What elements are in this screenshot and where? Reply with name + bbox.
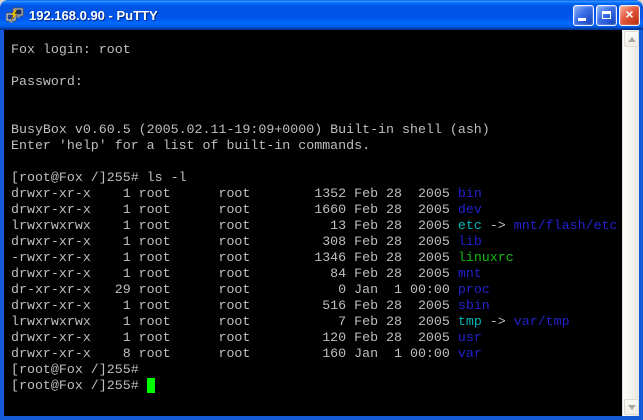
- terminal-line: Fox login: root: [11, 42, 622, 58]
- putty-window: 192.168.0.90 - PuTTY × Fox login: root Pa…: [0, 0, 643, 420]
- close-icon: ×: [625, 7, 633, 21]
- window-controls: ×: [573, 5, 640, 26]
- terminal-text-segment: proc: [458, 282, 490, 297]
- terminal-text-segment: ->: [482, 314, 514, 329]
- terminal-text-segment: mnt: [458, 266, 482, 281]
- terminal-text-segment: drwxr-xr-x 1 root root 308 Feb 28 2005: [11, 234, 458, 249]
- terminal-text-segment: BusyBox v0.60.5 (2005.02.11-19:09+0000) …: [11, 122, 490, 137]
- terminal-text-segment: [root@Fox /]255#: [11, 378, 147, 393]
- terminal-line: [root@Fox /]255# ls -l: [11, 170, 622, 186]
- terminal-line: drwxr-xr-x 1 root root 1660 Feb 28 2005 …: [11, 202, 622, 218]
- terminal-text-segment: drwxr-xr-x 1 root root 516 Feb 28 2005: [11, 298, 458, 313]
- scroll-up-button[interactable]: [624, 31, 639, 47]
- maximize-icon: [602, 11, 611, 19]
- terminal-text-segment: dr-xr-xr-x 29 root root 0 Jan 1 00:00: [11, 282, 458, 297]
- terminal-text-segment: drwxr-xr-x 1 root root 84 Feb 28 2005: [11, 266, 458, 281]
- terminal-text-segment: [root@Fox /]255# ls -l: [11, 170, 187, 185]
- terminal-text-segment: drwxr-xr-x 1 root root 1660 Feb 28 2005: [11, 202, 458, 217]
- terminal-line: Password:: [11, 74, 622, 90]
- terminal-text-segment: linuxrc: [458, 250, 514, 265]
- terminal-line: dr-xr-xr-x 29 root root 0 Jan 1 00:00 pr…: [11, 282, 622, 298]
- scroll-down-button[interactable]: [624, 399, 639, 415]
- terminal-text-segment: mnt/flash/etc: [514, 218, 618, 233]
- terminal-line: [11, 90, 622, 106]
- terminal-text-segment: dev: [458, 202, 482, 217]
- maximize-button[interactable]: [596, 5, 617, 26]
- window-body: Fox login: root Password: BusyBox v0.60.5 …: [4, 30, 639, 416]
- terminal-text-segment: lib: [458, 234, 482, 249]
- terminal-line: [root@Fox /]255#: [11, 362, 622, 378]
- terminal-text-segment: var/tmp: [514, 314, 570, 329]
- terminal-line: drwxr-xr-x 1 root root 1352 Feb 28 2005 …: [11, 186, 622, 202]
- terminal-text-segment: ->: [482, 218, 514, 233]
- terminal-line: Enter 'help' for a list of built-in comm…: [11, 138, 622, 154]
- minimize-button[interactable]: [573, 5, 594, 26]
- terminal-screen[interactable]: Fox login: root Password: BusyBox v0.60.5 …: [4, 30, 622, 416]
- chevron-up-icon: [628, 37, 636, 42]
- terminal-line: BusyBox v0.60.5 (2005.02.11-19:09+0000) …: [11, 122, 622, 138]
- terminal-line: drwxr-xr-x 1 root root 120 Feb 28 2005 u…: [11, 330, 622, 346]
- terminal-line: [11, 154, 622, 170]
- chevron-down-icon: [628, 405, 636, 410]
- terminal-line: lrwxrwxrwx 1 root root 7 Feb 28 2005 tmp…: [11, 314, 622, 330]
- terminal-text-segment: tmp: [458, 314, 482, 329]
- scroll-track[interactable]: [624, 47, 638, 399]
- terminal-line: -rwxr-xr-x 1 root root 1346 Feb 28 2005 …: [11, 250, 622, 266]
- terminal-line: drwxr-xr-x 1 root root 84 Feb 28 2005 mn…: [11, 266, 622, 282]
- terminal-line: lrwxrwxrwx 1 root root 13 Feb 28 2005 et…: [11, 218, 622, 234]
- window-title: 192.168.0.90 - PuTTY: [29, 8, 573, 23]
- close-button[interactable]: ×: [619, 5, 640, 26]
- terminal-text-segment: lrwxrwxrwx 1 root root 7 Feb 28 2005: [11, 314, 458, 329]
- scrollbar[interactable]: [622, 30, 639, 416]
- terminal-text-segment: bin: [458, 186, 482, 201]
- terminal-text-segment: drwxr-xr-x 1 root root 1352 Feb 28 2005: [11, 186, 458, 201]
- terminal-cursor: [147, 378, 155, 393]
- terminal-text-segment: usr: [458, 330, 482, 345]
- terminal-text-segment: Fox login: root: [11, 42, 131, 57]
- terminal-text-segment: sbin: [458, 298, 490, 313]
- terminal-text-segment: lrwxrwxrwx 1 root root 13 Feb 28 2005: [11, 218, 458, 233]
- terminal-text-segment: Enter 'help' for a list of built-in comm…: [11, 138, 370, 153]
- terminal-text-segment: drwxr-xr-x 1 root root 120 Feb 28 2005: [11, 330, 458, 345]
- terminal-text-segment: drwxr-xr-x 8 root root 160 Jan 1 00:00: [11, 346, 458, 361]
- terminal-text-segment: -rwxr-xr-x 1 root root 1346 Feb 28 2005: [11, 250, 458, 265]
- terminal-text-segment: etc: [458, 218, 482, 233]
- terminal-text-segment: var: [458, 346, 482, 361]
- terminal-line: [11, 58, 622, 74]
- minimize-icon: [578, 18, 586, 21]
- terminal-line: [root@Fox /]255#: [11, 378, 622, 394]
- terminal-line: [11, 106, 622, 122]
- title-bar[interactable]: 192.168.0.90 - PuTTY ×: [0, 0, 643, 30]
- terminal-line: drwxr-xr-x 1 root root 308 Feb 28 2005 l…: [11, 234, 622, 250]
- terminal-text-segment: [root@Fox /]255#: [11, 362, 139, 377]
- terminal-text-segment: Password:: [11, 74, 83, 89]
- terminal-line: drwxr-xr-x 1 root root 516 Feb 28 2005 s…: [11, 298, 622, 314]
- putty-app-icon: [6, 7, 24, 23]
- terminal-line: drwxr-xr-x 8 root root 160 Jan 1 00:00 v…: [11, 346, 622, 362]
